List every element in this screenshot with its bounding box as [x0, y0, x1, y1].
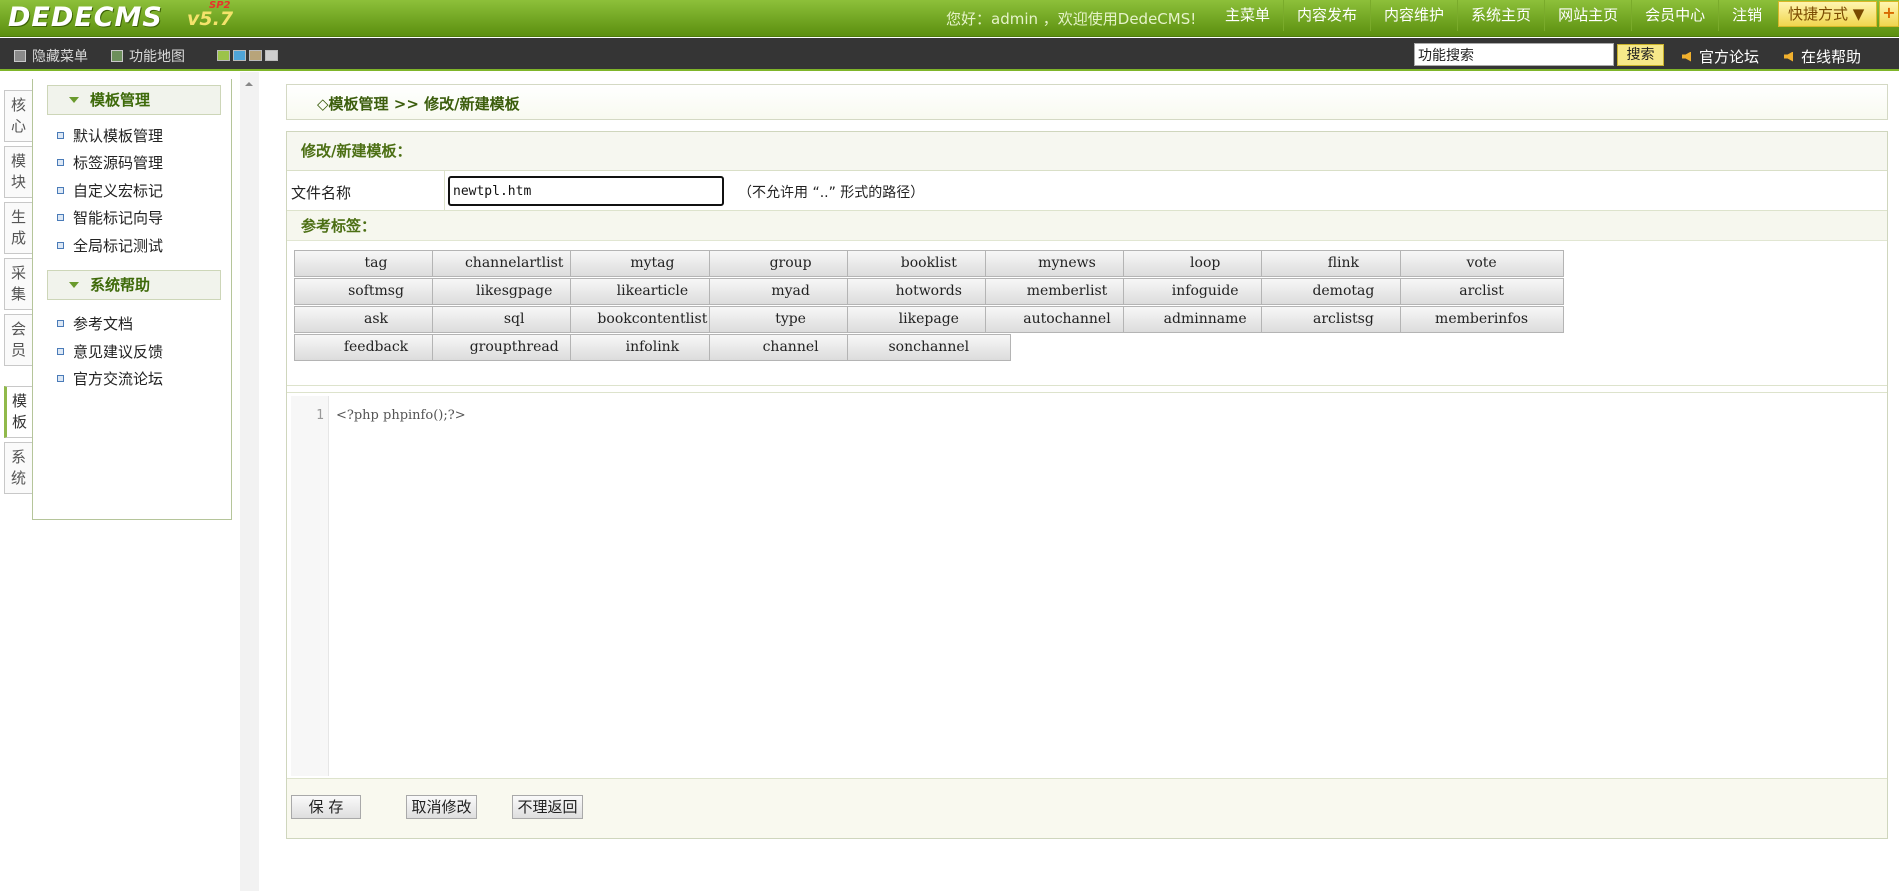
- nav-content-maintain[interactable]: 内容维护: [1370, 0, 1457, 31]
- hide-menu-label: 隐藏菜单: [32, 49, 88, 65]
- hide-menu-icon: [14, 50, 26, 62]
- menu-item-label: 智能标记向导: [73, 209, 164, 227]
- bullet-icon: [57, 159, 64, 166]
- nav-member-center[interactable]: 会员中心: [1631, 0, 1718, 31]
- menu-item-label: 官方交流论坛: [73, 370, 164, 388]
- menu-item-custom-macro[interactable]: 自定义宏标记: [57, 180, 163, 201]
- quick-add-button[interactable]: +: [1879, 1, 1899, 27]
- nav-content-publish[interactable]: 内容发布: [1283, 0, 1370, 31]
- skin-switcher: [217, 50, 278, 61]
- back-button[interactable]: 不理返回: [512, 795, 583, 819]
- official-forum-link[interactable]: 官方论坛: [1682, 46, 1759, 67]
- skin-brown[interactable]: [249, 50, 262, 61]
- menu-item-label: 意见建议反馈: [73, 343, 164, 361]
- grid-icon: [111, 50, 123, 62]
- tab-member[interactable]: 会员: [4, 314, 32, 366]
- menu-scrollbar[interactable]: [240, 72, 259, 891]
- reference-tags-title: 参考标签：: [287, 211, 1887, 241]
- tab-template[interactable]: 模板: [4, 386, 32, 438]
- cancel-button[interactable]: 取消修改: [406, 795, 477, 819]
- collapse-arrow-icon: [69, 282, 79, 288]
- menu-item-label: 标签源码管理: [73, 154, 164, 172]
- template-edit-form: 修改/新建模板： 文件名称 （不允许用 “..” 形式的路径） 参考标签： ta…: [286, 131, 1888, 839]
- menu-group-label: 系统帮助: [90, 276, 151, 294]
- bullet-icon: [57, 320, 64, 327]
- left-menu: 模板管理 默认模板管理 标签源码管理 自定义宏标记 智能标记向导 全局标记测试 …: [32, 79, 232, 520]
- tag-button-arclist[interactable]: arclist: [1399, 278, 1564, 305]
- menu-group-template[interactable]: 模板管理: [47, 85, 221, 115]
- tag-button-memberinfos[interactable]: memberinfos: [1399, 306, 1564, 333]
- search-button[interactable]: 搜索: [1617, 44, 1664, 66]
- bullet-icon: [57, 132, 64, 139]
- tag-button-vote[interactable]: vote: [1399, 250, 1564, 277]
- divider: [444, 171, 445, 211]
- hide-menu-button[interactable]: 隐藏菜单: [14, 46, 88, 66]
- filename-label: 文件名称: [291, 184, 352, 202]
- tab-generate[interactable]: 生成: [4, 202, 32, 254]
- scroll-up-icon[interactable]: [245, 82, 253, 86]
- code-line[interactable]: <?php phpinfo();?>: [336, 408, 466, 423]
- menu-item-label: 自定义宏标记: [73, 182, 164, 200]
- form-actions: 保 存 取消修改 不理返回: [287, 778, 1887, 838]
- edition-label: SP2: [209, 0, 231, 11]
- menu-item-label: 全局标记测试: [73, 237, 164, 255]
- nav-site-home[interactable]: 网站主页: [1544, 0, 1631, 31]
- bullet-icon: [57, 187, 64, 194]
- speaker-icon: [1682, 51, 1691, 62]
- bullet-icon: [57, 348, 64, 355]
- filename-input[interactable]: [448, 176, 724, 206]
- menu-item-tag-source[interactable]: 标签源码管理: [57, 152, 163, 173]
- version-label: v5.7: [187, 8, 234, 30]
- bullet-icon: [57, 375, 64, 382]
- filename-hint: （不允许用 “..” 形式的路径）: [738, 185, 925, 201]
- online-help-label: 在线帮助: [1801, 48, 1862, 66]
- function-search-input[interactable]: [1414, 43, 1614, 66]
- nav-main-menu[interactable]: 主菜单: [1212, 0, 1283, 31]
- skin-blue[interactable]: [233, 50, 246, 61]
- skin-gray[interactable]: [265, 50, 278, 61]
- form-title: 修改/新建模板：: [287, 132, 1887, 171]
- nav-system-home[interactable]: 系统主页: [1457, 0, 1544, 31]
- official-forum-label: 官方论坛: [1699, 48, 1760, 66]
- menu-group-help[interactable]: 系统帮助: [47, 270, 221, 300]
- tag-button-sonchannel[interactable]: sonchannel: [846, 334, 1011, 361]
- menu-item-label: 参考文档: [73, 315, 134, 333]
- menu-item-global-tag-test[interactable]: 全局标记测试: [57, 235, 163, 256]
- bullet-icon: [57, 214, 64, 221]
- site-map-label: 功能地图: [129, 49, 185, 65]
- greeting-text: 您好：admin ，欢迎使用DedeCMS!: [946, 10, 1197, 28]
- line-number-gutter: 1: [291, 396, 329, 776]
- save-button[interactable]: 保 存: [291, 795, 361, 819]
- online-help-link[interactable]: 在线帮助: [1784, 46, 1861, 67]
- line-number: 1: [316, 408, 324, 423]
- breadcrumb[interactable]: ◇模板管理 >> 修改/新建模板: [317, 93, 520, 114]
- menu-item-label: 默认模板管理: [73, 127, 164, 145]
- nav-logout[interactable]: 注销: [1718, 0, 1775, 31]
- divider: [287, 385, 1887, 393]
- menu-item-smart-tag-wizard[interactable]: 智能标记向导: [57, 207, 163, 228]
- speaker-icon: [1784, 51, 1793, 62]
- tab-core[interactable]: 核心: [4, 90, 32, 142]
- menu-item-forum[interactable]: 官方交流论坛: [57, 368, 163, 389]
- tab-module[interactable]: 模块: [4, 146, 32, 198]
- top-header: DEDECMS v5.7 SP2 您好：admin ，欢迎使用DedeCMS! …: [0, 0, 1899, 37]
- skin-green[interactable]: [217, 50, 230, 61]
- tab-collect[interactable]: 采集: [4, 258, 32, 310]
- menu-item-default-templates[interactable]: 默认模板管理: [57, 125, 163, 146]
- filename-row: 文件名称 （不允许用 “..” 形式的路径）: [287, 171, 1887, 211]
- site-map-button[interactable]: 功能地图: [111, 46, 185, 66]
- code-editor[interactable]: 1 <?php phpinfo();?>: [291, 396, 1885, 776]
- collapse-arrow-icon: [69, 97, 79, 103]
- menu-group-label: 模板管理: [90, 91, 151, 109]
- breadcrumb-bar: ◇模板管理 >> 修改/新建模板: [286, 84, 1888, 120]
- menu-item-feedback[interactable]: 意见建议反馈: [57, 341, 163, 362]
- quick-menu-button[interactable]: 快捷方式 ▼: [1778, 1, 1877, 27]
- top-nav: 主菜单 内容发布 内容维护 系统主页 网站主页 会员中心 注销: [1212, 0, 1775, 31]
- menu-item-docs[interactable]: 参考文档: [57, 313, 133, 334]
- bullet-icon: [57, 242, 64, 249]
- tab-system[interactable]: 系统: [4, 442, 32, 494]
- toolbar: [0, 38, 1899, 71]
- dedecms-logo[interactable]: DEDECMS: [8, 2, 163, 33]
